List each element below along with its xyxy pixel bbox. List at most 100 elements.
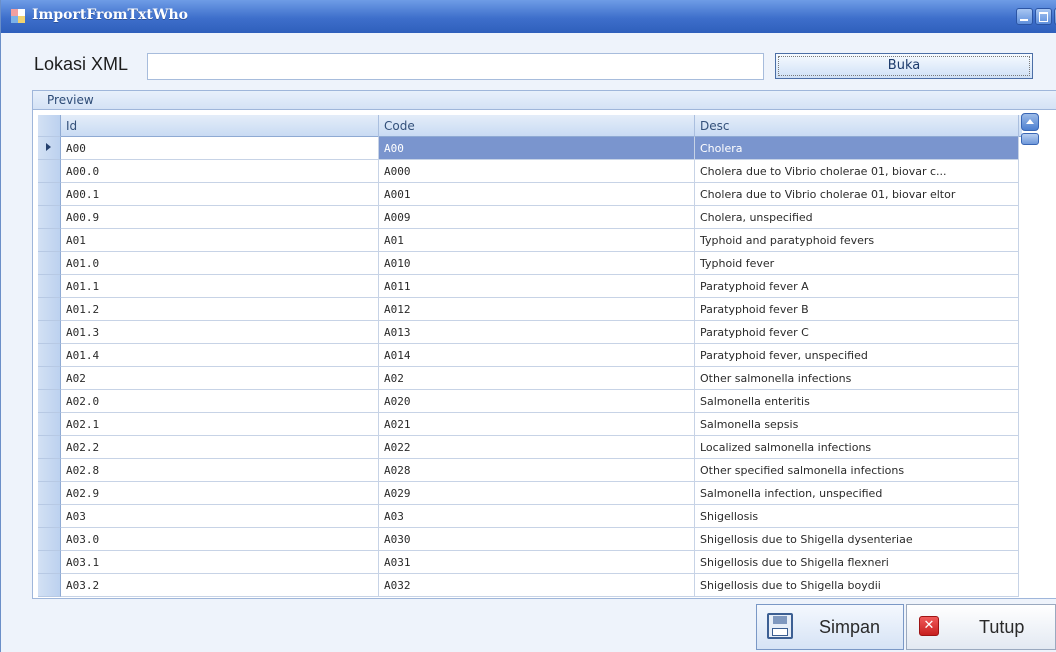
row-header[interactable] (38, 574, 61, 597)
cell-desc[interactable]: Localized salmonella infections (695, 436, 1019, 459)
cell-desc[interactable]: Other salmonella infections (695, 367, 1019, 390)
table-row[interactable]: A00.1 A001 Cholera due to Vibrio cholerae … (61, 183, 1022, 206)
cell-id[interactable]: A01.0 (61, 252, 379, 275)
cell-code[interactable]: A009 (379, 206, 695, 229)
table-row[interactable]: A01.2 A012 Paratyphoid fever B (61, 298, 1022, 321)
cell-code[interactable]: A01 (379, 229, 695, 252)
grid-corner[interactable] (38, 115, 61, 137)
cell-id[interactable]: A03.1 (61, 551, 379, 574)
cell-id[interactable]: A03 (61, 505, 379, 528)
location-input[interactable] (147, 53, 764, 80)
cell-code[interactable]: A022 (379, 436, 695, 459)
save-button[interactable]: Simpan (756, 604, 904, 650)
scroll-up-icon[interactable] (1021, 113, 1039, 131)
cell-code[interactable]: A030 (379, 528, 695, 551)
table-row[interactable]: A03.0 A030 Shigellosis due to Shigella dys… (61, 528, 1022, 551)
cell-desc[interactable]: Typhoid fever (695, 252, 1019, 275)
cell-desc[interactable]: Typhoid and paratyphoid fevers (695, 229, 1019, 252)
cell-desc[interactable]: Cholera (695, 137, 1019, 160)
cell-code[interactable]: A011 (379, 275, 695, 298)
cell-desc[interactable]: Other specified salmonella infections (695, 459, 1019, 482)
cell-id[interactable]: A00.0 (61, 160, 379, 183)
cell-code[interactable]: A014 (379, 344, 695, 367)
cell-desc[interactable]: Paratyphoid fever B (695, 298, 1019, 321)
row-header[interactable] (38, 528, 61, 551)
table-row[interactable]: A01.1 A011 Paratyphoid fever A (61, 275, 1022, 298)
row-header[interactable] (38, 298, 61, 321)
row-header[interactable] (38, 459, 61, 482)
row-header[interactable] (38, 551, 61, 574)
table-row[interactable]: A00.0 A000 Cholera due to Vibrio cholerae … (61, 160, 1022, 183)
cell-id[interactable]: A01 (61, 229, 379, 252)
cell-id[interactable]: A01.3 (61, 321, 379, 344)
row-header[interactable] (38, 367, 61, 390)
cell-desc[interactable]: Salmonella sepsis (695, 413, 1019, 436)
cell-code[interactable]: A013 (379, 321, 695, 344)
cell-code[interactable]: A012 (379, 298, 695, 321)
open-button[interactable]: Buka (775, 53, 1033, 79)
column-header-desc[interactable]: Desc (695, 115, 1019, 137)
cell-id[interactable]: A00.9 (61, 206, 379, 229)
table-row[interactable]: A02.0 A020 Salmonella enteritis (61, 390, 1022, 413)
cell-code[interactable]: A000 (379, 160, 695, 183)
row-header[interactable] (38, 413, 61, 436)
preview-grid[interactable]: Id Code Desc A00 A00 Cholera A00.0 A000 Chole… (38, 115, 1022, 599)
cell-desc[interactable]: Cholera, unspecified (695, 206, 1019, 229)
table-row[interactable]: A02.8 A028 Other specified salmonella infe… (61, 459, 1022, 482)
cell-code[interactable]: A010 (379, 252, 695, 275)
row-header[interactable] (38, 390, 61, 413)
cell-id[interactable]: A01.2 (61, 298, 379, 321)
cell-id[interactable]: A01.4 (61, 344, 379, 367)
table-row[interactable]: A02 A02 Other salmonella infections (61, 367, 1022, 390)
cell-desc[interactable]: Paratyphoid fever C (695, 321, 1019, 344)
cell-desc[interactable]: Paratyphoid fever, unspecified (695, 344, 1019, 367)
row-header[interactable] (38, 229, 61, 252)
maximize-icon[interactable] (1035, 8, 1052, 25)
cell-id[interactable]: A02.9 (61, 482, 379, 505)
row-header[interactable] (38, 344, 61, 367)
cell-desc[interactable]: Shigellosis due to Shigella flexneri (695, 551, 1019, 574)
cell-desc[interactable]: Shigellosis (695, 505, 1019, 528)
cell-id[interactable]: A02.8 (61, 459, 379, 482)
table-row[interactable]: A03 A03 Shigellosis (61, 505, 1022, 528)
table-row[interactable]: A00.9 A009 Cholera, unspecified (61, 206, 1022, 229)
table-row[interactable]: A03.2 A032 Shigellosis due to Shigella boy… (61, 574, 1022, 597)
row-header[interactable] (38, 160, 61, 183)
cell-code[interactable]: A00 (379, 137, 695, 160)
row-header[interactable] (38, 183, 61, 206)
cell-desc[interactable]: Shigellosis due to Shigella boydii (695, 574, 1019, 597)
cell-code[interactable]: A021 (379, 413, 695, 436)
cell-code[interactable]: A031 (379, 551, 695, 574)
table-row[interactable]: A03.1 A031 Shigellosis due to Shigella fle… (61, 551, 1022, 574)
cell-desc[interactable]: Cholera due to Vibrio cholerae 01, biova… (695, 183, 1019, 206)
cell-id[interactable]: A03.2 (61, 574, 379, 597)
cell-desc[interactable]: Salmonella enteritis (695, 390, 1019, 413)
scroll-thumb[interactable] (1021, 133, 1039, 145)
cell-code[interactable]: A03 (379, 505, 695, 528)
cell-id[interactable]: A03.0 (61, 528, 379, 551)
cell-desc[interactable]: Salmonella infection, unspecified (695, 482, 1019, 505)
cell-code[interactable]: A029 (379, 482, 695, 505)
row-header[interactable] (38, 436, 61, 459)
cell-desc[interactable]: Cholera due to Vibrio cholerae 01, biova… (695, 160, 1019, 183)
table-row[interactable]: A00 A00 Cholera (61, 137, 1022, 160)
row-header[interactable] (38, 206, 61, 229)
table-row[interactable]: A01.0 A010 Typhoid fever (61, 252, 1022, 275)
cell-id[interactable]: A00 (61, 137, 379, 160)
row-header[interactable] (38, 321, 61, 344)
cell-id[interactable]: A02.0 (61, 390, 379, 413)
table-row[interactable]: A02.2 A022 Localized salmonella infections (61, 436, 1022, 459)
table-row[interactable]: A02.9 A029 Salmonella infection, unspecifi… (61, 482, 1022, 505)
vertical-scrollbar[interactable] (1020, 113, 1040, 153)
title-bar[interactable]: ImportFromTxtWho (1, 0, 1056, 33)
row-header[interactable] (38, 137, 61, 160)
table-row[interactable]: A01 A01 Typhoid and paratyphoid fevers (61, 229, 1022, 252)
cell-desc[interactable]: Paratyphoid fever A (695, 275, 1019, 298)
cell-id[interactable]: A02.2 (61, 436, 379, 459)
table-row[interactable]: A01.3 A013 Paratyphoid fever C (61, 321, 1022, 344)
cell-code[interactable]: A02 (379, 367, 695, 390)
cell-code[interactable]: A028 (379, 459, 695, 482)
cell-id[interactable]: A02 (61, 367, 379, 390)
row-header[interactable] (38, 275, 61, 298)
cell-code[interactable]: A032 (379, 574, 695, 597)
